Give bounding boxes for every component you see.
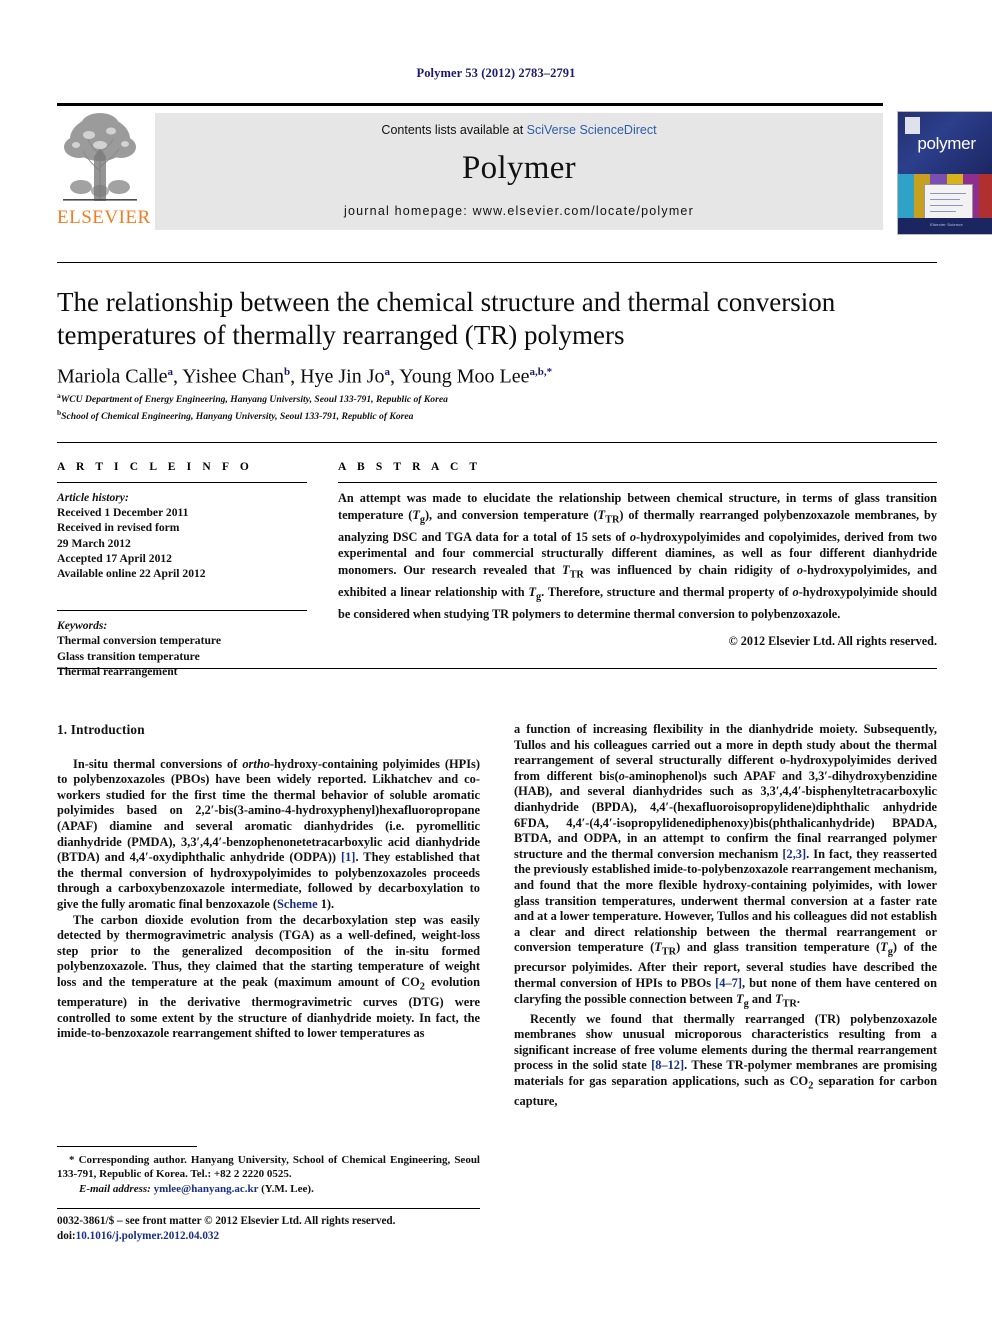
scheme-1-link[interactable]: Scheme bbox=[277, 897, 318, 911]
author-1: Mariola Calle bbox=[57, 365, 168, 388]
cover-footer-text: Elsevier Science bbox=[930, 222, 963, 227]
history-item-3: Accepted 17 April 2012 bbox=[57, 551, 172, 565]
article-info-rule bbox=[57, 482, 307, 483]
article-first-page: Polymer 53 (2012) 2783–2791 ELSEVIER Con… bbox=[0, 0, 992, 1323]
masthead-top-rule bbox=[57, 103, 883, 106]
affiliation-a-text: WCU Department of Energy Engineering, Ha… bbox=[60, 394, 448, 406]
email-label: E-mail address: bbox=[79, 1182, 151, 1195]
doi-line: doi:10.1016/j.polymer.2012.04.032 bbox=[57, 1229, 497, 1244]
elsevier-wordmark: ELSEVIER bbox=[57, 207, 151, 228]
elsevier-tree-icon bbox=[63, 113, 137, 201]
email-line: E-mail address: ymlee@hanyang.ac.kr (Y.M… bbox=[57, 1182, 480, 1196]
keyword-2: Thermal rearrangement bbox=[57, 664, 178, 678]
abstract-heading: A B S T R A C T bbox=[338, 461, 482, 473]
email-link[interactable]: ymlee@hanyang.ac.kr bbox=[154, 1183, 259, 1195]
keyword-1: Glass transition temperature bbox=[57, 649, 200, 663]
author-list: Mariola Callea, Yishee Chanb, Hye Jin Jo… bbox=[57, 360, 937, 389]
author-sep-2: , bbox=[290, 365, 301, 388]
affiliation-b: bSchool of Chemical Engineering, Hanyang… bbox=[57, 407, 937, 424]
keywords-rule bbox=[57, 610, 307, 612]
affiliation-a: aWCU Department of Energy Engineering, H… bbox=[57, 390, 937, 407]
author-sep-1: , bbox=[173, 365, 183, 388]
journal-cover-thumbnail[interactable]: polymer Elsevier Science bbox=[897, 111, 992, 235]
article-title: The relationship between the chemical st… bbox=[57, 287, 836, 350]
sciencedirect-link[interactable]: SciVerse ScienceDirect bbox=[527, 123, 657, 137]
intro-paragraph-3: a function of increasing flexibility in … bbox=[514, 722, 938, 1010]
corresponding-author-text: * Corresponding author. Hanyang Universi… bbox=[57, 1154, 480, 1181]
history-item-2: 29 March 2012 bbox=[57, 536, 131, 550]
intro-paragraph-1: In-situ thermal conversions of ortho-hyd… bbox=[57, 756, 481, 911]
citation-4-7[interactable]: [4–7] bbox=[715, 976, 742, 990]
history-item-4: Available online 22 April 2012 bbox=[57, 567, 206, 581]
author-4: Young Moo Lee bbox=[399, 365, 530, 388]
article-info-heading: A R T I C L E I N F O bbox=[57, 461, 253, 473]
footnote-divider bbox=[57, 1146, 197, 1147]
author-sep-3: , bbox=[390, 365, 400, 388]
introduction-right-column: a function of increasing flexibility in … bbox=[514, 722, 937, 1110]
citation-1[interactable]: [1] bbox=[341, 850, 355, 864]
abstract-copyright: © 2012 Elsevier Ltd. All rights reserved… bbox=[728, 633, 937, 648]
keyword-0: Thermal conversion temperature bbox=[57, 634, 221, 648]
elsevier-badge-icon bbox=[905, 117, 920, 134]
affiliation-b-text: School of Chemical Engineering, Hanyang … bbox=[61, 410, 414, 422]
article-history: Article history: Received 1 December 201… bbox=[57, 490, 307, 581]
keywords-label: Keywords: bbox=[57, 619, 108, 633]
footer-divider bbox=[57, 1208, 480, 1209]
article-history-label: Article history: bbox=[57, 491, 129, 504]
running-head: Polymer 53 (2012) 2783–2791 bbox=[416, 66, 576, 80]
intro-paragraph-4: Recently we found that thermally rearran… bbox=[514, 1011, 937, 1109]
cover-journal-name: polymer bbox=[917, 134, 976, 153]
abstract-column: A B S T R A C T An attempt was made to e… bbox=[338, 461, 937, 649]
cover-chart-inset bbox=[924, 184, 973, 222]
introduction-left-column: 1. Introduction In-situ thermal conversi… bbox=[57, 722, 480, 1042]
journal-title: Polymer bbox=[462, 150, 576, 186]
doi-link[interactable]: 10.1016/j.polymer.2012.04.032 bbox=[76, 1230, 219, 1242]
introduction-heading: 1. Introduction bbox=[57, 722, 145, 737]
abstract-text: An attempt was made to elucidate the rel… bbox=[338, 491, 937, 621]
issn-copyright-line: 0032-3861/$ – see front matter © 2012 El… bbox=[57, 1215, 396, 1227]
corresponding-author-footnote: * Corresponding author. Hanyang Universi… bbox=[57, 1153, 480, 1196]
keywords-block: Keywords: Thermal conversion temperature… bbox=[57, 618, 307, 679]
history-item-1: Received in revised form bbox=[57, 521, 180, 535]
contents-available-line: Contents lists available at SciVerse Sci… bbox=[155, 123, 883, 137]
journal-homepage[interactable]: journal homepage: www.elsevier.com/locat… bbox=[155, 204, 883, 218]
article-info-column: A R T I C L E I N F O Article history: R… bbox=[57, 461, 307, 679]
page-footer: 0032-3861/$ – see front matter © 2012 El… bbox=[57, 1214, 497, 1243]
contents-prefix: Contents lists available at bbox=[381, 123, 527, 137]
elsevier-logo: ELSEVIER bbox=[57, 109, 151, 234]
citation-2-3[interactable]: [2,3] bbox=[782, 847, 806, 861]
affiliation-list: aWCU Department of Energy Engineering, H… bbox=[57, 390, 937, 423]
author-2: Yishee Chan bbox=[182, 365, 284, 388]
author-3: Hye Jin Jo bbox=[300, 365, 385, 388]
email-owner: (Y.M. Lee). bbox=[261, 1182, 314, 1195]
doi-label: doi: bbox=[57, 1229, 76, 1242]
citation-8-12[interactable]: [8–12] bbox=[651, 1058, 684, 1072]
abstract-rule bbox=[338, 482, 937, 483]
info-bottom-divider bbox=[57, 668, 937, 669]
title-divider bbox=[57, 262, 937, 263]
info-top-divider bbox=[57, 442, 937, 443]
intro-paragraph-2: The carbon dioxide evolution from the de… bbox=[57, 912, 480, 1041]
contents-band: Contents lists available at SciVerse Sci… bbox=[155, 113, 883, 230]
journal-masthead: ELSEVIER Contents lists available at Sci… bbox=[57, 103, 992, 235]
cover-footer-band: Elsevier Science bbox=[898, 218, 992, 234]
author-4-affiliation-mark: a,b,* bbox=[529, 366, 553, 378]
history-item-0: Received 1 December 2011 bbox=[57, 506, 189, 520]
